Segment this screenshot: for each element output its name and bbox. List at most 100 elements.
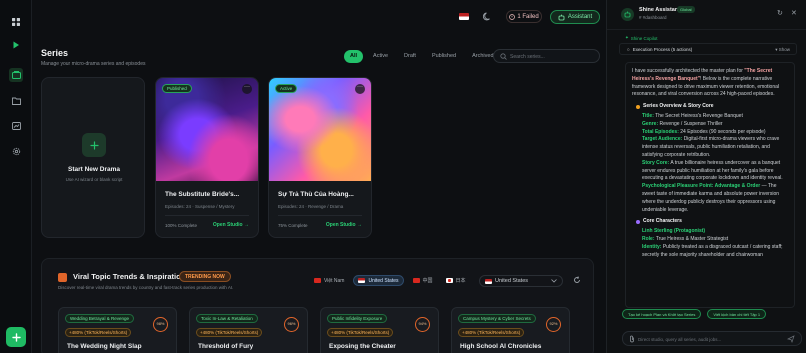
search-input[interactable] <box>510 52 596 61</box>
assistant-message: I have successfully architected the mast… <box>625 62 795 308</box>
region-vietnam[interactable]: Việt Nam <box>310 275 348 286</box>
refresh-icon[interactable] <box>573 276 581 286</box>
quick-action-create-plan[interactable]: Tạo kế hoạch Plan và Khởi tạo Series <box>622 309 702 319</box>
send-icon[interactable] <box>787 335 795 343</box>
settings-gear-icon[interactable] <box>9 144 23 158</box>
region-united-states[interactable]: United States <box>353 275 404 286</box>
field-key: Title: <box>642 112 654 119</box>
tab-all[interactable]: All <box>344 50 364 63</box>
series-title: Sự Trả Thù Của Hoàng... <box>278 191 354 198</box>
chat-input[interactable] <box>638 335 778 344</box>
show-label: Show <box>778 47 790 52</box>
analytics-icon[interactable] <box>9 119 23 133</box>
series-cover-image <box>156 78 258 181</box>
trend-card[interactable]: Campus Mystery & Cyber Secrets +480% (Ti… <box>451 307 570 353</box>
page-title: Series <box>41 48 69 58</box>
chevron-down-icon <box>551 279 557 283</box>
field-value: 24 Episodes (90 seconds per episode) <box>680 128 766 135</box>
failed-label: 1 Failed <box>517 13 539 20</box>
trend-name: Threshold of Fury <box>198 343 254 350</box>
series-card[interactable]: Active ··· Sự Trả Thù Của Hoàng... Episo… <box>268 77 372 238</box>
failed-jobs-button[interactable]: 1 Failed <box>506 10 542 23</box>
region-label: 日本 <box>455 278 466 284</box>
assistant-channel: # #dashboard <box>639 15 667 20</box>
series-icon[interactable] <box>9 68 23 82</box>
close-icon[interactable]: ✕ <box>791 9 797 17</box>
field-value: The Secret Heiress's Revenge Banquet <box>655 112 743 119</box>
status-ring-icon: ○ <box>627 47 630 52</box>
assistant-label: Assistant <box>567 14 593 20</box>
field-key: Role: <box>642 235 655 242</box>
left-rail <box>0 0 32 353</box>
us-flag-icon <box>358 278 366 283</box>
region-china[interactable]: 中国 <box>409 275 437 286</box>
assistant-panel: Shine Assistant Global # #dashboard ↻ ✕ … <box>606 0 806 353</box>
trend-score: 94% <box>415 317 430 332</box>
field-key: Identity: <box>642 243 662 250</box>
field-row: Target Audience: Digital-first micro-dra… <box>632 136 788 159</box>
sparkle-icon: ✦ <box>625 35 629 40</box>
assistant-header: Shine Assistant Global # #dashboard ↻ ✕ <box>607 0 806 30</box>
region-japan[interactable]: 日本 <box>442 275 470 286</box>
field-row: Title: The Secret Heiress's Revenge Banq… <box>632 113 788 121</box>
field-key: Target Audience: <box>642 136 683 143</box>
more-options-icon[interactable]: ··· <box>355 84 365 94</box>
scope-badge: Global <box>677 6 695 13</box>
country-select[interactable]: United States <box>479 275 563 287</box>
more-options-icon[interactable]: ··· <box>242 84 252 94</box>
field-row: Total Episodes: 24 Episodes (90 seconds … <box>632 129 788 137</box>
tab-published[interactable]: Published <box>426 50 462 63</box>
trend-stat: +480% (TikTok/Reels/Shorts) <box>196 328 263 337</box>
field-key: Psychological Pleasure Point: Advantage … <box>642 183 761 190</box>
grid-icon[interactable] <box>9 15 23 29</box>
field-key: Story Core: <box>642 159 670 166</box>
assistant-logo-icon <box>621 8 634 21</box>
trend-category: Wedding Betrayal & Revenge <box>65 314 134 323</box>
execution-process-bar[interactable]: ○ Execution Process (5 actions) ▾ Show <box>619 43 797 55</box>
field-key: Total Episodes: <box>642 128 679 135</box>
trend-name: The Wedding Night Slap <box>67 343 142 350</box>
start-new-drama-card[interactable]: Start New Drama Use AI wizard or blank s… <box>41 77 145 238</box>
tab-active[interactable]: Active <box>367 50 394 63</box>
play-icon[interactable] <box>9 38 23 52</box>
plus-icon <box>11 332 21 342</box>
trend-card[interactable]: Wedding Betrayal & Revenge +480% (TikTok… <box>58 307 177 353</box>
filter-tabs: All Active Draft Published Archived <box>344 50 500 63</box>
open-studio-link[interactable]: Open Studio → <box>326 222 362 228</box>
trend-name: Exposing the Cheater <box>329 343 396 350</box>
trend-card[interactable]: Toxic In-Law & Retaliation +480% (TikTok… <box>189 307 308 353</box>
trends-title: Viral Topic Trends & Inspiration <box>73 272 186 281</box>
series-progress: 75% Complete <box>278 223 308 228</box>
refresh-icon[interactable]: ↻ <box>777 9 783 17</box>
trend-stat: +480% (TikTok/Reels/Shorts) <box>327 328 394 337</box>
copilot-label: ✦ Shine Copilot <box>625 35 658 41</box>
section-title: Core Characters <box>643 218 682 225</box>
page-subtitle: Manage your micro-drama series and episo… <box>41 61 146 67</box>
trend-card[interactable]: Public Infidelity Exposure +480% (TikTok… <box>320 307 439 353</box>
series-card[interactable]: Published ··· The Substitute Bride's... … <box>155 77 259 238</box>
tab-draft[interactable]: Draft <box>398 50 422 63</box>
trends-subtitle: Discover real-time viral drama trends by… <box>58 285 234 290</box>
attach-icon[interactable] <box>629 335 635 343</box>
field-value: True Heiress & Master Strategist <box>655 235 729 242</box>
open-studio-link[interactable]: Open Studio → <box>213 222 249 228</box>
quick-action-write-episode-1[interactable]: Viết kịch bản chi tiết Tập 1 <box>707 309 767 319</box>
region-label: Việt Nam <box>324 277 345 284</box>
show-toggle[interactable]: ▾ Show <box>775 47 790 53</box>
theme-toggle-moon-icon[interactable] <box>482 12 492 23</box>
region-label: United States <box>368 277 399 284</box>
folder-icon[interactable] <box>9 94 23 108</box>
series-cover-image <box>269 78 371 181</box>
intro-text: I have successfully architected the mast… <box>632 68 745 74</box>
new-drama-subtitle: Use AI wizard or blank script <box>65 177 123 182</box>
execution-label: Execution Process (5 actions) <box>632 47 693 52</box>
assistant-button[interactable]: Assistant <box>550 10 600 24</box>
message-intro: I have successfully architected the mast… <box>632 68 788 99</box>
quick-actions: Tạo kế hoạch Plan và Khởi tạo Series Viế… <box>622 309 767 319</box>
character-name: Linh Sterling (Protagonist) <box>642 228 706 235</box>
create-fab-button[interactable] <box>6 327 26 347</box>
region-label: 中国 <box>422 278 433 284</box>
language-flag-icon[interactable] <box>459 13 469 20</box>
chat-input-box <box>622 331 802 346</box>
trend-score: 92% <box>546 317 561 332</box>
